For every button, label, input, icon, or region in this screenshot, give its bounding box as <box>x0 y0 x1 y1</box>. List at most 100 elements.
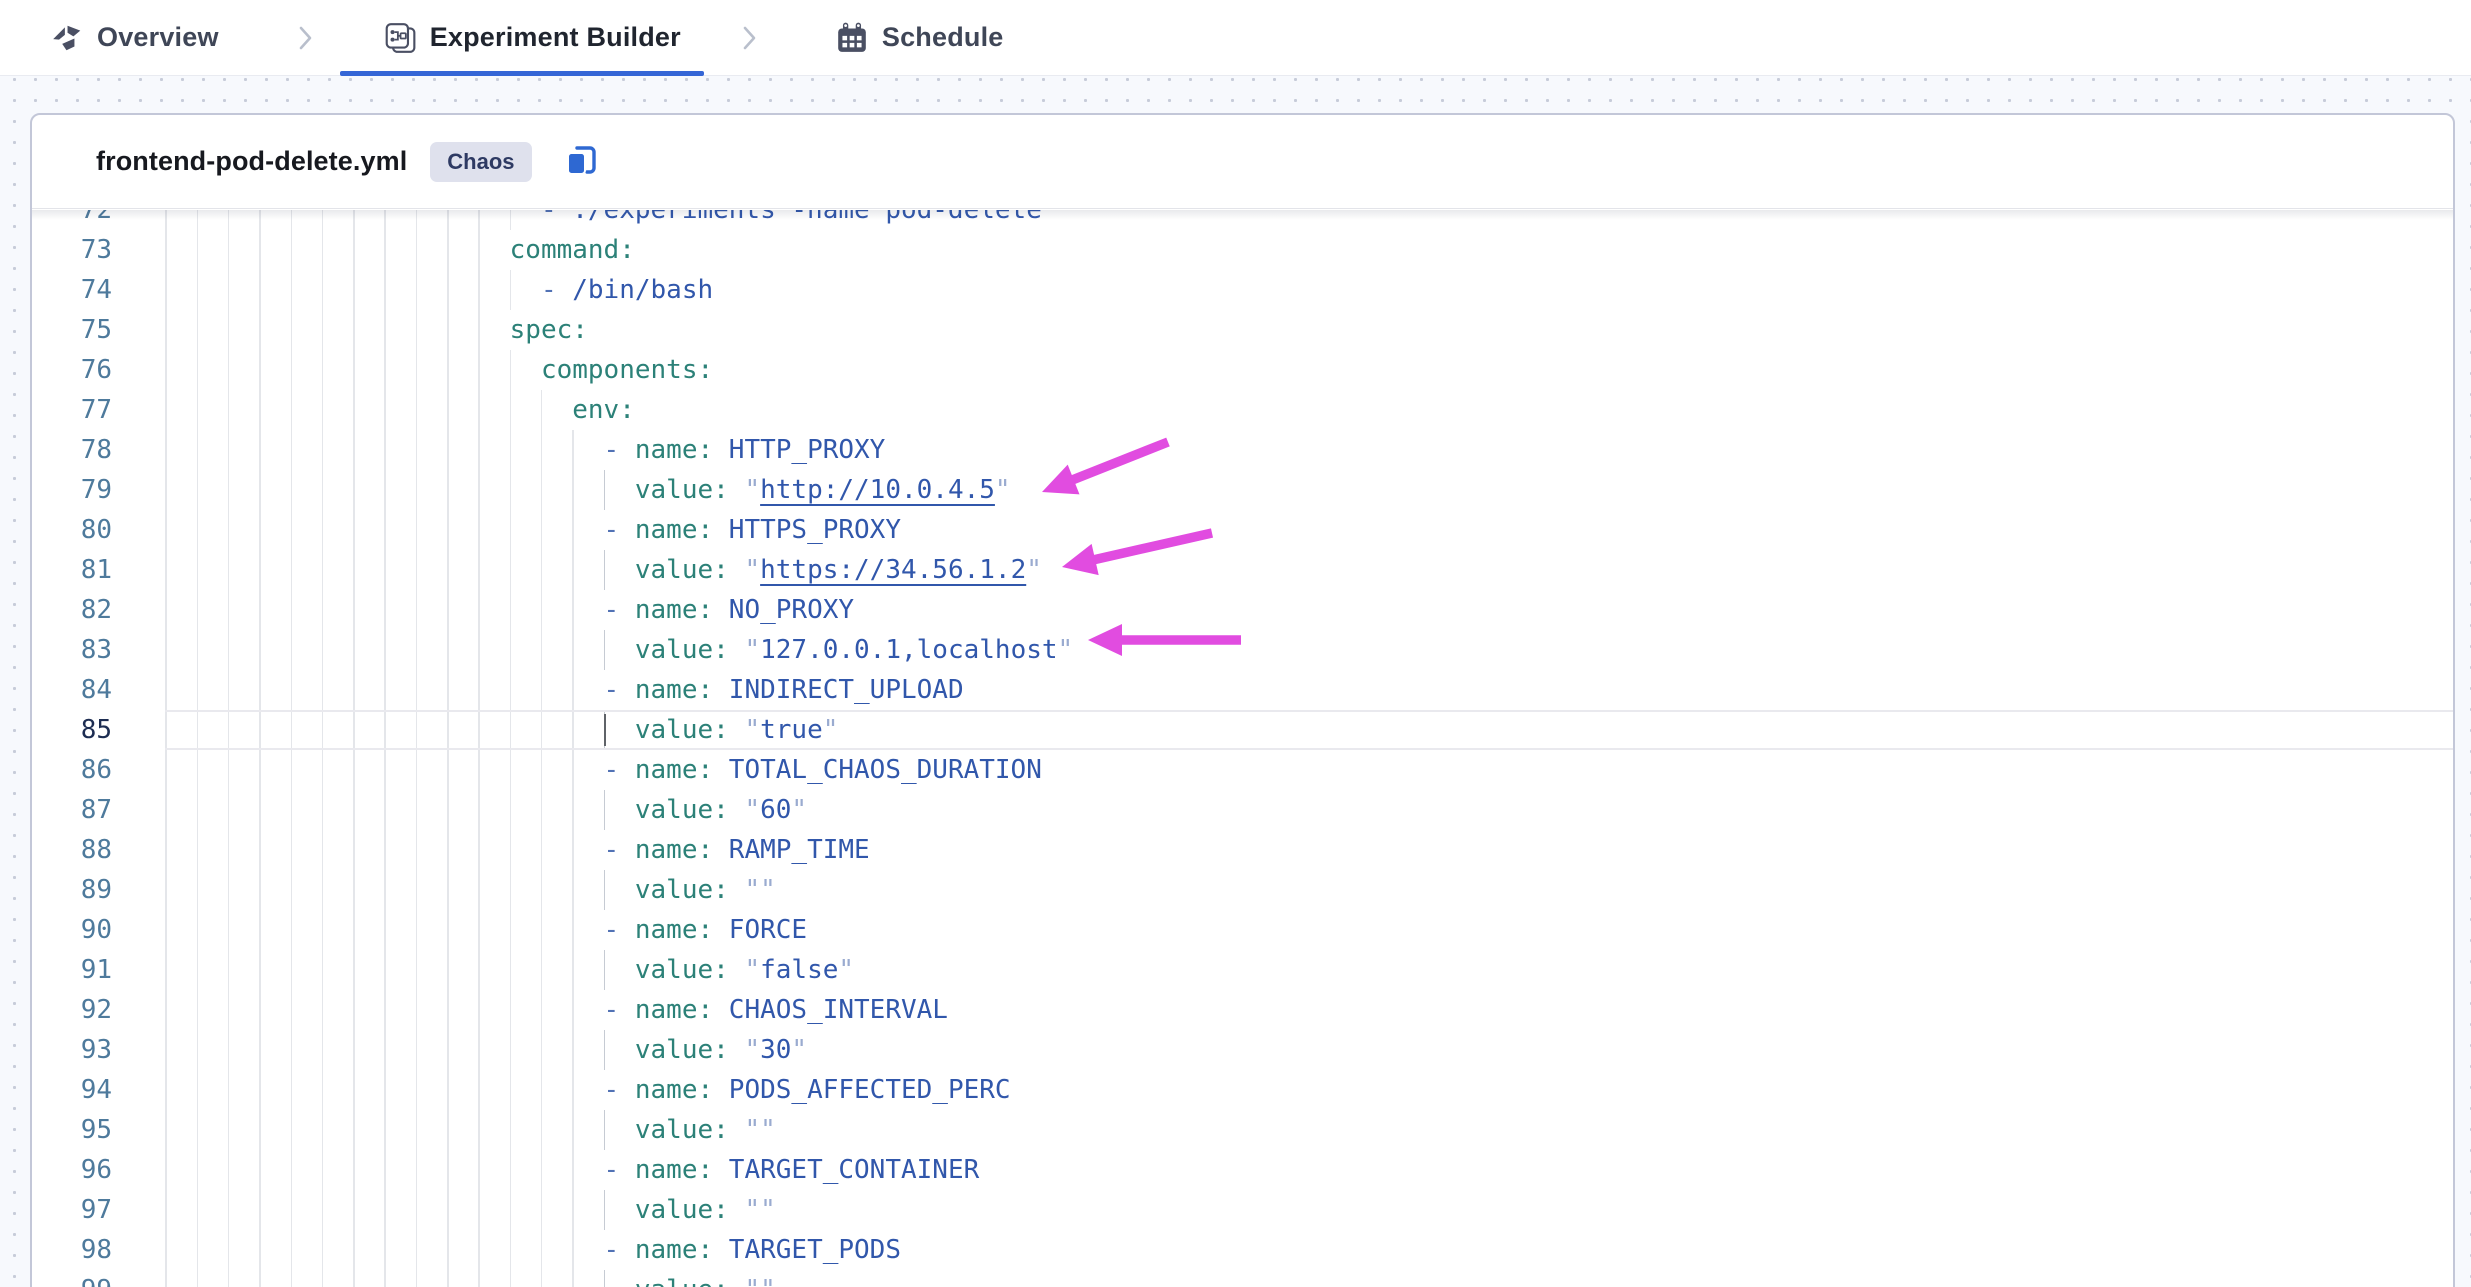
yaml-link[interactable]: http://10.0.4.5 <box>760 475 995 505</box>
indent-guide <box>353 830 355 870</box>
line-number: 88 <box>42 830 112 870</box>
indent-guide <box>510 830 512 870</box>
indent-guide <box>259 750 261 790</box>
code-line-98[interactable]: 98- name: TARGET_PODS <box>32 1230 2453 1270</box>
code-text: - name: TARGET_PODS <box>604 1230 901 1270</box>
code-line-87[interactable]: 87value: "60" <box>32 790 2453 830</box>
indent-guide <box>478 390 480 430</box>
indent-guide <box>510 270 512 310</box>
indent-guide <box>322 710 324 750</box>
yaml-dash: - <box>604 435 635 465</box>
indent-guide <box>228 1110 230 1150</box>
indent-guide <box>384 470 386 510</box>
yaml-token-qs: true <box>760 715 823 745</box>
indent-guide <box>416 590 418 630</box>
yaml-token-sp <box>729 635 745 665</box>
yaml-token-colon: : <box>713 1195 729 1225</box>
code-line-91[interactable]: 91value: "false" <box>32 950 2453 990</box>
yaml-token-qs: 60 <box>760 795 791 825</box>
indent-guide <box>197 430 199 470</box>
code-line-92[interactable]: 92- name: CHAOS_INTERVAL <box>32 990 2453 1030</box>
code-line-96[interactable]: 96- name: TARGET_CONTAINER <box>32 1150 2453 1190</box>
indent-guide <box>197 1270 199 1287</box>
line-number: 94 <box>42 1070 112 1110</box>
yaml-token-colon: : <box>713 795 729 825</box>
code-line-86[interactable]: 86- name: TOTAL_CHAOS_DURATION <box>32 750 2453 790</box>
indent-guide <box>228 550 230 590</box>
indent-guide <box>478 350 480 390</box>
yaml-token-key: value <box>635 1035 713 1065</box>
indent-guide <box>353 230 355 270</box>
yaml-token-qs: false <box>760 955 838 985</box>
code-line-97[interactable]: 97value: "" <box>32 1190 2453 1230</box>
code-line-93[interactable]: 93value: "30" <box>32 1030 2453 1070</box>
indent-guide <box>384 670 386 710</box>
code-line-77[interactable]: 77env: <box>32 390 2453 430</box>
code-line-88[interactable]: 88 - name: RAMP_TIME <box>32 830 2453 870</box>
indent-guide <box>322 550 324 590</box>
tab-overview[interactable]: Overview <box>50 21 219 55</box>
code-text: - name: HTTP_PROXY <box>604 430 886 470</box>
indent-guide <box>228 1030 230 1070</box>
yaml-dash: - <box>604 995 635 1025</box>
code-line-99[interactable]: 99value: "" <box>32 1270 2453 1287</box>
yaml-token-q: " <box>760 1115 776 1145</box>
indent-guide <box>572 990 574 1030</box>
indent-guide <box>165 350 167 390</box>
indent-guide <box>478 210 480 230</box>
indent-guide <box>447 470 449 510</box>
code-line-89[interactable]: 89value: "" <box>32 870 2453 910</box>
indent-guide <box>353 510 355 550</box>
indent-guide <box>197 470 199 510</box>
code-line-79[interactable]: 79value: "http://10.0.4.5" <box>32 470 2453 510</box>
yaml-editor[interactable]: 72- ./experiments -name pod-delete73comm… <box>32 210 2453 1287</box>
code-line-83[interactable]: 83value: "127.0.0.1,localhost" <box>32 630 2453 670</box>
code-line-80[interactable]: 80- name: HTTPS_PROXY <box>32 510 2453 550</box>
code-line-78[interactable]: 78- name: HTTP_PROXY <box>32 430 2453 470</box>
yaml-token-colon: : <box>713 555 729 585</box>
indent-guide <box>291 470 293 510</box>
indent-guide <box>384 350 386 390</box>
line-number: 87 <box>42 790 112 830</box>
indent-guide <box>447 510 449 550</box>
yaml-token-str: /bin/bash <box>572 275 713 305</box>
indent-guide <box>447 270 449 310</box>
indent-guide <box>478 710 480 750</box>
copy-button[interactable] <box>563 143 601 181</box>
indent-guide <box>541 750 543 790</box>
yaml-token-q: " <box>744 955 760 985</box>
indent-guide <box>228 630 230 670</box>
yaml-token-key: value <box>635 1195 713 1225</box>
indent-guide <box>416 870 418 910</box>
indent-guide <box>541 550 543 590</box>
code-line-81[interactable]: 81value: "https://34.56.1.2" <box>32 550 2453 590</box>
code-line-73[interactable]: 73command: <box>32 230 2453 270</box>
code-line-82[interactable]: 82- name: NO_PROXY <box>32 590 2453 630</box>
tab-schedule[interactable]: Schedule <box>835 21 1004 55</box>
code-line-72[interactable]: 72- ./experiments -name pod-delete <box>32 210 2453 230</box>
indent-guide <box>384 870 386 910</box>
indent-guide <box>228 750 230 790</box>
code-line-84[interactable]: 84- name: INDIRECT_UPLOAD <box>32 670 2453 710</box>
code-line-75[interactable]: 75spec: <box>32 310 2453 350</box>
code-line-90[interactable]: 90- name: FORCE <box>32 910 2453 950</box>
code-line-85[interactable]: 85value: "true" <box>32 710 2453 750</box>
indent-guide <box>541 1150 543 1190</box>
yaml-token-key: name <box>635 595 698 625</box>
yaml-dash: - <box>604 755 635 785</box>
indent-guide <box>384 590 386 630</box>
indent-guide <box>259 670 261 710</box>
indent-guide <box>197 750 199 790</box>
indent-guide <box>228 910 230 950</box>
tab-experiment-builder[interactable]: Experiment Builder <box>383 21 681 55</box>
code-text: - name: RAMP_TIME <box>604 830 870 870</box>
yaml-token-colon: : <box>697 435 713 465</box>
code-line-94[interactable]: 94- name: PODS_AFFECTED_PERC <box>32 1070 2453 1110</box>
indent-guide <box>572 470 574 510</box>
yaml-link[interactable]: https://34.56.1.2 <box>760 555 1026 585</box>
indent-guide <box>384 1150 386 1190</box>
yaml-token-str: HTTP_PROXY <box>729 435 886 465</box>
code-line-76[interactable]: 76components: <box>32 350 2453 390</box>
code-line-74[interactable]: 74- /bin/bash <box>32 270 2453 310</box>
code-line-95[interactable]: 95value: "" <box>32 1110 2453 1150</box>
